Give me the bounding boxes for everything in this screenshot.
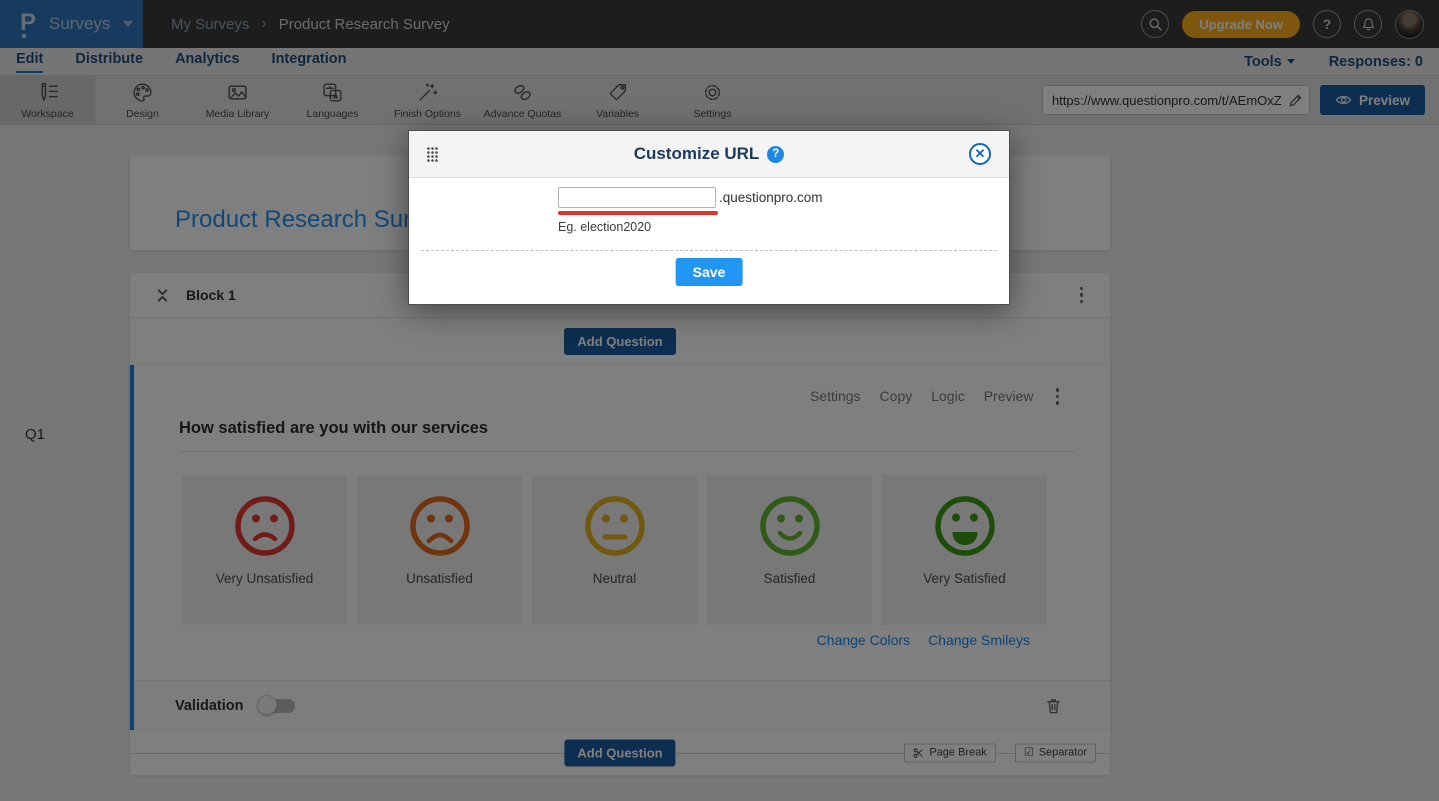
input-hint: Eg. election2020 <box>558 220 651 234</box>
custom-url-row: .questionpro.com <box>558 187 823 208</box>
drag-handle[interactable] <box>427 147 438 162</box>
input-error-underline <box>558 211 718 215</box>
modal-body: .questionpro.com Eg. election2020 Save <box>409 178 1009 305</box>
custom-url-input[interactable] <box>558 187 716 208</box>
close-icon: ✕ <box>975 146 986 162</box>
modal-header: Customize URL ? ✕ <box>409 131 1009 178</box>
modal-backdrop[interactable] <box>0 0 1439 801</box>
modal-divider <box>421 250 997 251</box>
save-button[interactable]: Save <box>676 258 743 286</box>
customize-url-modal: Customize URL ? ✕ .questionpro.com Eg. e… <box>408 130 1010 305</box>
domain-suffix: .questionpro.com <box>719 187 823 208</box>
close-modal-button[interactable]: ✕ <box>969 143 991 165</box>
modal-title: Customize URL <box>634 144 760 164</box>
drag-dots-icon <box>427 147 438 162</box>
help-icon[interactable]: ? <box>767 146 784 163</box>
modal-title-row: Customize URL ? <box>409 144 1009 164</box>
